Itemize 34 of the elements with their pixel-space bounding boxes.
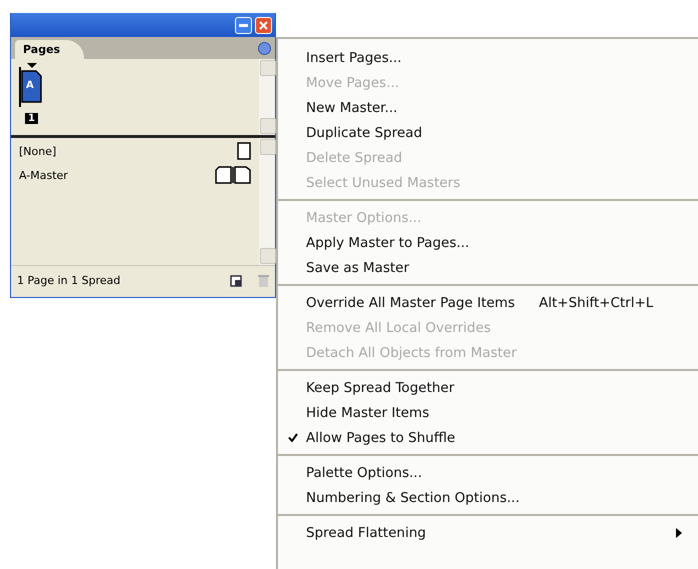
minimize-button[interactable] (235, 16, 252, 34)
master-prefix-label: A (26, 80, 34, 91)
scroll-down-button[interactable] (260, 118, 276, 134)
menu-item[interactable]: Override All Master Page Items Alt+Shift+Ctrl+L (278, 290, 698, 315)
menu-item[interactable]: Palette Options... (278, 460, 698, 485)
menu-item[interactable]: Allow Pages to Shuffle (278, 425, 698, 450)
trash-icon[interactable] (258, 274, 269, 287)
scroll-up-button[interactable] (260, 139, 276, 155)
menu-item[interactable]: Keep Spread Together (278, 375, 698, 400)
master-item[interactable]: A-Master (19, 168, 68, 182)
close-icon (259, 20, 268, 30)
menu-item[interactable]: Apply Master to Pages... (278, 230, 698, 255)
minimize-icon (239, 24, 248, 26)
menu-item[interactable]: Duplicate Spread (278, 120, 698, 145)
scroll-up-button[interactable] (260, 60, 276, 76)
checkmark-icon (288, 433, 298, 442)
menu-item[interactable]: Hide Master Items (278, 400, 698, 425)
menu-item[interactable]: New Master... (278, 95, 698, 120)
single-page-icon (237, 142, 251, 160)
scroll-down-button[interactable] (260, 248, 276, 264)
menu-item[interactable]: Spread Flattening (278, 520, 698, 545)
palette-menu-button[interactable] (258, 42, 271, 55)
menu-item[interactable]: Insert Pages... (278, 45, 698, 70)
page-number: 1 (25, 113, 38, 124)
pages-tab[interactable]: Pages (15, 40, 84, 59)
close-button[interactable] (255, 16, 272, 34)
new-page-icon[interactable] (230, 274, 242, 286)
page-thumbnail-icon (19, 63, 45, 107)
menu-item[interactable]: Numbering & Section Options... (278, 485, 698, 510)
submenu-arrow-icon (676, 528, 682, 538)
master-item[interactable]: [None] (19, 144, 56, 158)
spread-icon (215, 166, 251, 184)
menu-item[interactable]: Save as Master (278, 255, 698, 280)
status-text: 1 Page in 1 Spread (17, 274, 122, 287)
